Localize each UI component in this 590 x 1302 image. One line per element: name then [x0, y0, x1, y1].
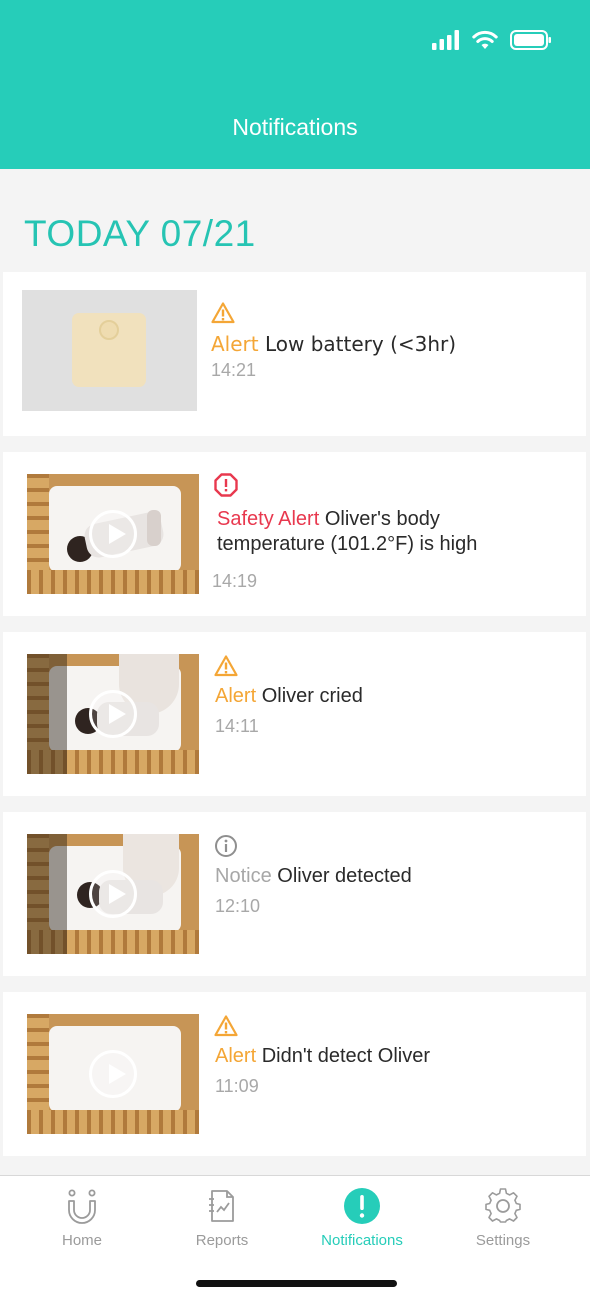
- gear-icon: [485, 1188, 521, 1223]
- alert-tag: Alert: [215, 1045, 257, 1067]
- alert-tag: Alert: [215, 685, 257, 707]
- tab-label: Settings: [475, 1232, 531, 1249]
- video-thumbnail[interactable]: [27, 1014, 199, 1134]
- safety-alert-tag: Safety Alert: [217, 508, 320, 530]
- notification-time: 11:09: [215, 1076, 259, 1096]
- tab-label: Home: [61, 1232, 102, 1249]
- message-text: Low battery (<3hr): [264, 332, 457, 356]
- tab-settings[interactable]: Settings: [443, 1188, 563, 1249]
- notification-card[interactable]: Alert Oliver cried 14:11: [3, 632, 586, 796]
- video-thumbnail[interactable]: [27, 834, 199, 954]
- tab-home[interactable]: Home: [22, 1188, 142, 1249]
- warning-icon: [214, 1015, 238, 1037]
- tab-notifications[interactable]: Notifications: [302, 1188, 422, 1249]
- notification-message: Alert Didn't detect Oliver: [215, 1044, 430, 1069]
- play-icon[interactable]: [89, 690, 137, 738]
- safety-alert-icon: [214, 473, 238, 497]
- message-text: Oliver's body: [324, 508, 440, 530]
- date-heading: TODAY 07/21: [24, 213, 256, 254]
- message-text: Oliver cried: [261, 685, 363, 707]
- home-icon: [68, 1189, 96, 1224]
- notification-card[interactable]: Notice Oliver detected 12:10: [3, 812, 586, 976]
- sensor-device-image: [72, 313, 146, 387]
- notification-message: Alert Low battery (<3hr): [211, 332, 456, 357]
- play-icon[interactable]: [89, 1050, 137, 1098]
- notification-message: Alert Oliver cried: [215, 684, 363, 709]
- warning-icon: [214, 655, 238, 677]
- warning-icon: [211, 302, 235, 324]
- status-bar: [432, 28, 552, 52]
- notice-tag: Notice: [215, 865, 272, 887]
- notification-time: 14:11: [215, 716, 259, 736]
- alert-tag: Alert: [211, 332, 259, 356]
- device-thumbnail: [22, 290, 197, 411]
- video-thumbnail[interactable]: [27, 654, 199, 774]
- info-icon: [215, 835, 237, 857]
- tab-label: Reports: [195, 1232, 249, 1249]
- wifi-icon: [472, 30, 498, 49]
- message-text-line2: temperature (101.2°F) is high: [217, 533, 478, 555]
- play-icon[interactable]: [89, 510, 137, 558]
- tab-label: Notifications: [321, 1232, 403, 1249]
- app-header: Notifications: [0, 0, 590, 169]
- notification-time: 14:21: [211, 360, 257, 380]
- tab-reports[interactable]: Reports: [162, 1188, 282, 1249]
- notification-card[interactable]: Safety Alert Oliver's body temperature (…: [3, 452, 586, 616]
- video-thumbnail[interactable]: [27, 474, 199, 594]
- reports-icon: [209, 1190, 234, 1222]
- message-text: Oliver detected: [277, 865, 412, 887]
- home-indicator[interactable]: [196, 1280, 397, 1287]
- play-icon[interactable]: [89, 870, 137, 918]
- cellular-signal-icon: [432, 30, 459, 50]
- notification-time: 14:19: [212, 571, 258, 591]
- message-text: Didn't detect Oliver: [261, 1045, 431, 1067]
- notification-message: Notice Oliver detected: [215, 864, 412, 889]
- notification-card[interactable]: Alert Didn't detect Oliver 11:09: [3, 992, 586, 1156]
- battery-icon: [510, 30, 551, 50]
- notification-message: Safety Alert Oliver's body temperature (…: [217, 507, 477, 557]
- notifications-icon: [344, 1188, 380, 1224]
- page-title: Notifications: [232, 114, 358, 140]
- notification-card[interactable]: Alert Low battery (<3hr) 14:21: [3, 272, 586, 436]
- notification-time: 12:10: [215, 896, 261, 916]
